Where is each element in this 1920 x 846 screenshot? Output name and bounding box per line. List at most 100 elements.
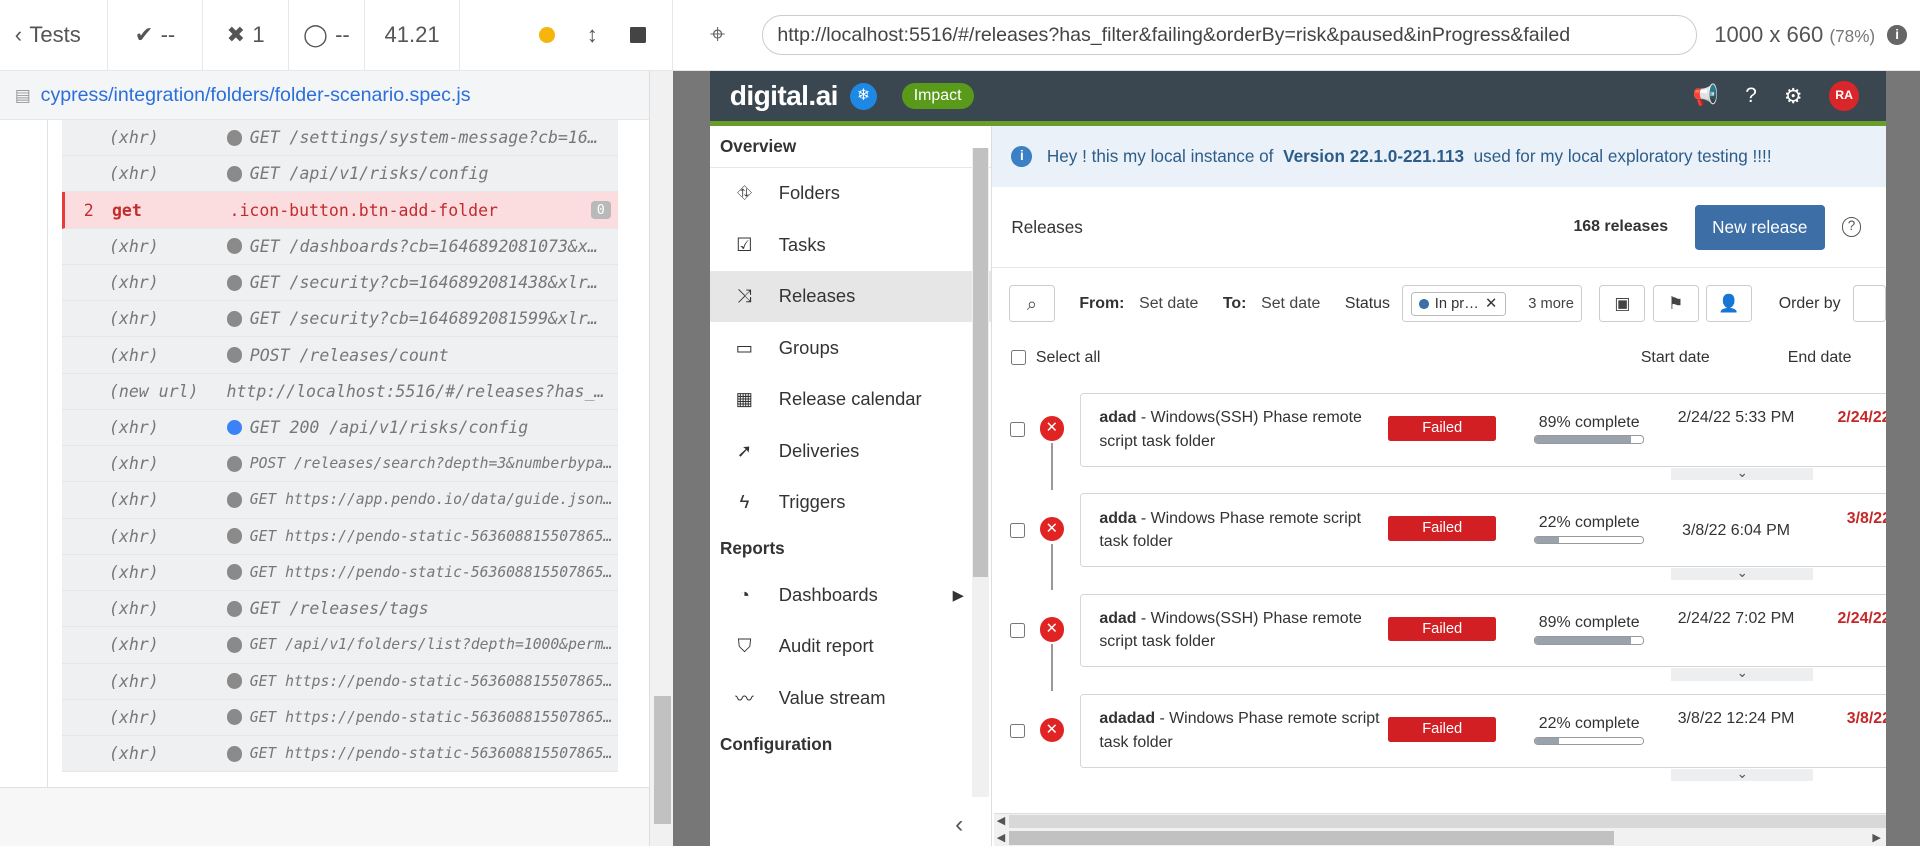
log-message: GET https://pendo-static-563608815507865…	[249, 672, 619, 690]
release-card[interactable]: adad - Windows(SSH) Phase remote script …	[1079, 593, 1886, 681]
stop-icon[interactable]	[629, 27, 646, 43]
new-release-button[interactable]: New release	[1695, 204, 1825, 250]
command-log-footer	[0, 787, 649, 846]
sidebar-item-deliveries[interactable]: ➚ Deliveries	[710, 425, 991, 476]
log-row[interactable]: (xhr) GET /security?cb=1646892081438&xlr…	[62, 264, 619, 302]
release-title[interactable]: adadad - Windows Phase remote script tas…	[1099, 707, 1381, 754]
release-title[interactable]: adda - Windows Phase remote script task …	[1099, 507, 1381, 554]
scroll-track	[1008, 815, 1886, 828]
sidebar-item-label: Folders	[778, 182, 840, 204]
megaphone-icon[interactable]: 📢	[1692, 84, 1718, 108]
sidebar-item-groups[interactable]: ▭ Groups	[710, 322, 991, 373]
release-checkbox[interactable]	[1010, 723, 1025, 739]
help-icon[interactable]: ?	[1841, 217, 1862, 238]
chevron-down-icon: ⌄	[1736, 564, 1748, 580]
scroll-left-icon[interactable]: ◀	[997, 814, 1005, 827]
log-row[interactable]: (xhr) GET /releases/tags	[62, 591, 619, 628]
command-log-scrollbar[interactable]	[648, 71, 674, 846]
sidebar-item-release-calendar[interactable]: ▦ Release calendar	[710, 373, 991, 424]
expand-release-button[interactable]: ⌄	[1671, 765, 1814, 781]
release-checkbox[interactable]	[1010, 522, 1025, 538]
remove-chip-icon[interactable]: ✕	[1485, 295, 1497, 312]
log-message: GET https://pendo-static-563608815507865…	[249, 527, 619, 545]
scrollbar-thumb[interactable]	[653, 695, 671, 825]
sidebar-item-releases[interactable]: ⤨ Releases	[710, 270, 991, 322]
log-row[interactable]: (xhr) GET https://pendo-static-5636088155…	[62, 735, 619, 773]
progress-bar	[1534, 636, 1645, 645]
sidebar-scrollbar-thumb[interactable]	[973, 148, 989, 577]
release-checkbox[interactable]	[1010, 422, 1025, 438]
scrollbar-thumb[interactable]	[1008, 831, 1614, 845]
digitalai-logo[interactable]: digital.ai	[730, 80, 839, 112]
log-row[interactable]: (xhr) GET /dashboards?cb=1646892081073&x…	[62, 228, 619, 265]
to-date-picker[interactable]: Set date	[1261, 295, 1320, 313]
scroll-right-icon[interactable]: ▶	[1872, 831, 1880, 844]
aut-url[interactable]: http://localhost:5516/#/releases?has_fil…	[761, 15, 1698, 55]
sidebar-item-audit-report[interactable]: ⛉ Audit report	[710, 621, 991, 672]
sidebar-item-triggers[interactable]: ϟ Triggers	[710, 476, 991, 527]
flag-filter-button[interactable]: ⚑	[1652, 285, 1699, 323]
sidebar-item-dashboards[interactable]: ◔ Dashboards ▶	[710, 569, 991, 620]
chevron-down-icon: ⌄	[1736, 765, 1748, 781]
archive-filter-button[interactable]: ▣	[1599, 285, 1646, 323]
spec-file-path[interactable]: ▤ cypress/integration/folders/folder-sce…	[0, 71, 674, 120]
release-card[interactable]: adda - Windows Phase remote script task …	[1079, 493, 1886, 581]
sidebar-item-label: Groups	[778, 336, 839, 358]
expand-release-button[interactable]: ⌄	[1671, 465, 1814, 480]
info-icon[interactable]: i	[1887, 25, 1907, 45]
status-filter[interactable]: In pr… ✕ 3 more	[1402, 285, 1583, 323]
log-row[interactable]: (xhr) POST /releases/count	[62, 337, 619, 374]
release-progress: 89% complete	[1534, 614, 1645, 645]
scroll-left-icon[interactable]: ◀	[997, 831, 1005, 844]
status-more[interactable]: 3 more	[1528, 296, 1574, 312]
resize-icon[interactable]: ↕	[587, 22, 598, 48]
collapse-sidebar-icon[interactable]: ‹	[955, 811, 963, 839]
log-row[interactable]: (xhr) GET https://pendo-static-5636088155…	[62, 663, 619, 700]
log-message: POST /releases/search?depth=3&numberbypa…	[249, 455, 619, 473]
release-name: adad	[1099, 610, 1137, 628]
status-chip[interactable]: In pr… ✕	[1410, 291, 1506, 316]
sidebar-item-tasks[interactable]: ☑ Tasks	[710, 219, 991, 270]
sidebar-item-value-stream[interactable]: 〰 Value stream	[710, 672, 991, 723]
failed-status-icon: ✕	[1039, 617, 1065, 642]
status-dot-icon	[226, 673, 243, 690]
release-title[interactable]: adad - Windows(SSH) Phase remote script …	[1099, 607, 1381, 654]
log-row[interactable]: (xhr) GET /api/v1/folders/list?depth=1000…	[62, 627, 619, 664]
avatar[interactable]: RA	[1829, 81, 1859, 111]
sidebar-scrollbar[interactable]	[972, 148, 990, 798]
horizontal-scrollbar[interactable]: ◀ ◀ ▶	[994, 813, 1886, 846]
order-by-select[interactable]	[1852, 285, 1886, 323]
user-filter-button[interactable]: 👤	[1705, 285, 1752, 323]
release-card[interactable]: adad - Windows(SSH) Phase remote script …	[1079, 393, 1886, 480]
log-row[interactable]: (new url) http://localhost:5516/#/release…	[62, 373, 619, 410]
selector-playground-icon[interactable]: ⌖	[673, 19, 761, 51]
groups-icon: ▭	[735, 336, 754, 358]
release-checkbox[interactable]	[1010, 623, 1025, 638]
log-row[interactable]: (xhr) GET https://pendo-static-5636088155…	[62, 699, 619, 736]
expand-release-button[interactable]: ⌄	[1671, 564, 1814, 581]
log-row[interactable]: (xhr) GET /settings/system-message?cb=16…	[62, 120, 619, 157]
help-icon[interactable]: ?	[1745, 84, 1757, 108]
log-row[interactable]: (xhr) GET 200 /api/v1/risks/config	[62, 409, 619, 447]
sidebar-item-folders[interactable]: ⛗ Folders	[710, 168, 991, 219]
log-row[interactable]: (xhr) GET https://pendo-static-5636088155…	[62, 554, 619, 592]
progress-fill	[1535, 637, 1632, 644]
failed-command-row[interactable]: 2 get .icon-button.btn-add-folder 0	[62, 192, 619, 229]
release-card[interactable]: adadad - Windows Phase remote script tas…	[1079, 694, 1886, 781]
select-all-checkbox[interactable]	[1011, 350, 1027, 365]
log-row[interactable]: (xhr) POST /releases/search?depth=3&numbe…	[62, 446, 619, 483]
shield-icon: ⛉	[737, 635, 752, 657]
log-row[interactable]: (xhr) GET /api/v1/risks/config	[62, 156, 619, 193]
runner-controls: ↕	[460, 0, 674, 71]
log-row[interactable]: (xhr) GET https://app.pendo.io/data/guide…	[62, 482, 619, 519]
expand-release-button[interactable]: ⌄	[1671, 666, 1814, 681]
search-button[interactable]: ⌕	[1008, 285, 1055, 323]
back-to-tests-button[interactable]: ‹ Tests	[0, 0, 108, 71]
log-row[interactable]: (xhr) GET /security?cb=1646892081599&xlr…	[62, 301, 619, 338]
gear-icon[interactable]: ⚙	[1784, 84, 1803, 109]
caret-right-icon[interactable]: ▶	[953, 587, 964, 604]
from-date-picker[interactable]: Set date	[1139, 295, 1198, 313]
log-row[interactable]: (xhr) GET https://pendo-static-5636088155…	[62, 518, 619, 555]
impact-badge[interactable]: Impact	[901, 83, 974, 109]
release-title[interactable]: adad - Windows(SSH) Phase remote script …	[1099, 406, 1381, 453]
